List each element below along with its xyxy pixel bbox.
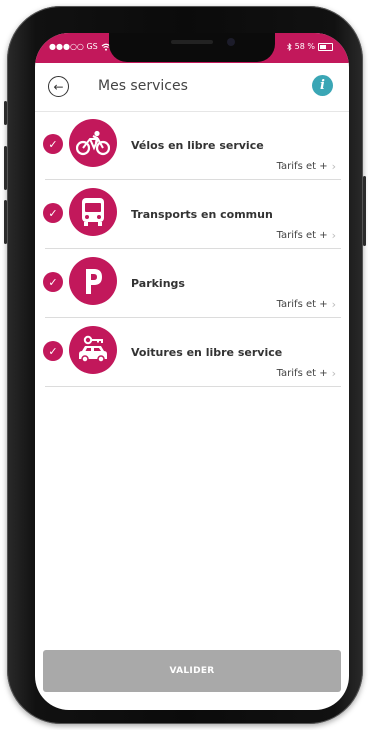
tarifs-link[interactable]: Tarifs et + ›	[277, 367, 336, 380]
tarifs-link[interactable]: Tarifs et + ›	[277, 298, 336, 311]
battery-icon	[318, 42, 333, 51]
chevron-right-icon: ›	[331, 367, 336, 380]
volume-down-button	[4, 200, 7, 244]
speaker	[171, 40, 213, 44]
checkmark-icon[interactable]: ✓	[43, 341, 63, 361]
info-icon: i	[320, 78, 325, 93]
camera	[227, 38, 235, 46]
arrow-left-icon: ←	[53, 79, 64, 94]
service-item-bikes[interactable]: ✓ Vélos en libre service Tarifs et + ›	[35, 111, 349, 180]
chevron-right-icon: ›	[331, 298, 336, 311]
checkmark-icon[interactable]: ✓	[43, 134, 63, 154]
service-item-parking[interactable]: ✓ Parkings Tarifs et + ›	[35, 249, 349, 318]
power-button	[363, 176, 366, 246]
mute-switch	[4, 101, 7, 125]
status-bar: ●●●○○ GS 58 %	[35, 33, 349, 63]
volume-up-button	[4, 146, 7, 190]
back-button[interactable]: ←	[48, 76, 69, 97]
service-item-transport[interactable]: ✓ Transports en commun Tarifs et + ›	[35, 180, 349, 249]
parking-icon	[69, 257, 117, 305]
divider	[45, 386, 341, 387]
info-button[interactable]: i	[312, 75, 333, 96]
tarifs-label: Tarifs et +	[276, 161, 328, 172]
carrier-label: ●●●○○ GS	[49, 42, 98, 51]
bus-icon	[69, 188, 117, 236]
phone-frame: ●●●○○ GS 58 % ← Mes services i ✓ Vélos e…	[4, 6, 366, 724]
tarifs-link[interactable]: Tarifs et + ›	[277, 229, 336, 242]
chevron-right-icon: ›	[331, 160, 336, 173]
bluetooth-icon	[286, 42, 292, 51]
tarifs-label: Tarifs et +	[276, 368, 328, 379]
checkmark-icon[interactable]: ✓	[43, 203, 63, 223]
app-screen: ●●●○○ GS 58 % ← Mes services i ✓ Vélos e…	[35, 33, 349, 710]
service-label: Parkings	[131, 277, 185, 290]
notch	[109, 33, 275, 62]
service-label: Vélos en libre service	[131, 139, 264, 152]
validate-button[interactable]: VALIDER	[43, 650, 341, 692]
battery-percent: 58 %	[294, 42, 315, 51]
tarifs-label: Tarifs et +	[276, 230, 328, 241]
page-title: Mes services	[98, 78, 188, 94]
service-item-carsharing[interactable]: ✓ Voitures en libre service Tarifs et + …	[35, 318, 349, 387]
checkmark-icon[interactable]: ✓	[43, 272, 63, 292]
tarifs-label: Tarifs et +	[276, 299, 328, 310]
bike-icon	[69, 119, 117, 167]
tarifs-link[interactable]: Tarifs et + ›	[277, 160, 336, 173]
service-label: Voitures en libre service	[131, 346, 283, 359]
chevron-right-icon: ›	[331, 229, 336, 242]
page-header: ← Mes services i	[35, 67, 349, 112]
car-icon	[69, 326, 117, 374]
service-label: Transports en commun	[131, 208, 273, 221]
